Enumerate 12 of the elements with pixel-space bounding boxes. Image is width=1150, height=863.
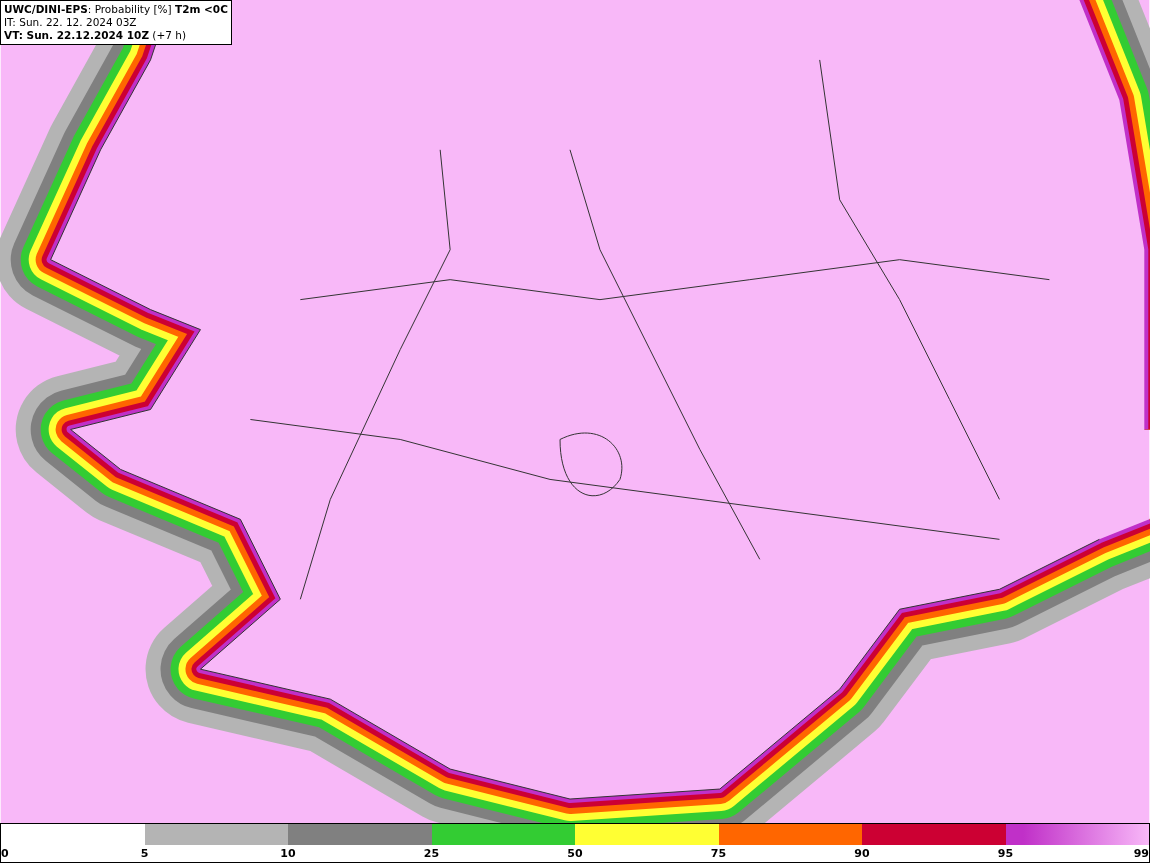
scale-tick-label: 99 bbox=[1133, 846, 1149, 862]
scale-tick-label: 10 bbox=[280, 846, 296, 862]
title-line: VT: Sun. 22.12.2024 10Z (+7 h) bbox=[4, 29, 188, 42]
scale-tick-label: 5 bbox=[140, 846, 149, 862]
scale-tick-label: 0 bbox=[1, 846, 9, 862]
scale-tick-label: 25 bbox=[423, 846, 440, 862]
scale-tick-label: 90 bbox=[854, 846, 870, 862]
scale-tick-label: 95 bbox=[997, 846, 1014, 862]
title-line: UWC/DINI-EPS: Probability [%] T2m <0C bbox=[4, 3, 228, 16]
scale-tick-label: 50 bbox=[567, 846, 583, 862]
title-line: IT: Sun. 22. 12. 2024 03Z bbox=[4, 16, 138, 29]
scale-tick-label: 75 bbox=[710, 846, 727, 862]
